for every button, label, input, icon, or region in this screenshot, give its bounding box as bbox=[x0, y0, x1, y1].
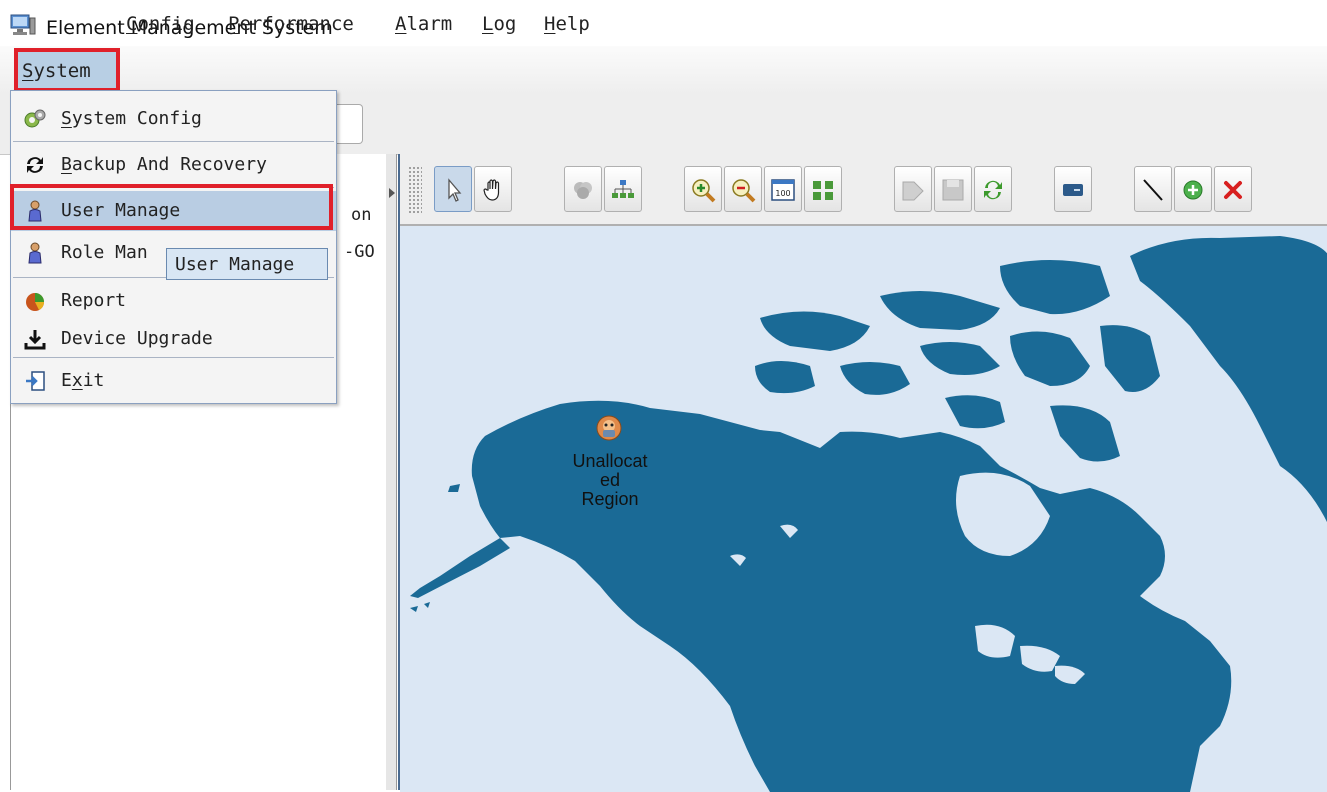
region-icon[interactable] bbox=[595, 414, 623, 442]
zoom-100-icon[interactable]: 100 bbox=[764, 166, 802, 212]
menu-help[interactable]: Help bbox=[544, 13, 590, 35]
zoom-out-icon[interactable] bbox=[724, 166, 762, 212]
menu-alarm-mnemonic: A bbox=[395, 13, 407, 35]
panel-splitter[interactable] bbox=[386, 154, 397, 790]
add-icon[interactable] bbox=[1174, 166, 1212, 212]
system-menu-dropdown: System Config Backup And Recovery User M… bbox=[10, 90, 337, 404]
menu-bar bbox=[0, 46, 1327, 94]
menu-log-label: og bbox=[493, 13, 517, 35]
device-icon[interactable] bbox=[1054, 166, 1092, 212]
exit-icon bbox=[26, 371, 45, 391]
exit-mnemonic: x bbox=[71, 370, 83, 391]
exit-label-rest: it bbox=[82, 370, 105, 391]
menu-system-label: ystem bbox=[33, 60, 91, 82]
device-upgrade-label: Device Upgrade bbox=[61, 328, 213, 349]
menu-help-mnemonic: H bbox=[544, 13, 556, 35]
cluster-icon[interactable] bbox=[564, 166, 602, 212]
tree-text-fragment-2: -GO bbox=[344, 242, 375, 262]
backup-label: ackup And Recovery bbox=[71, 154, 267, 175]
toolbar-button-partial[interactable] bbox=[336, 104, 363, 144]
menu-config[interactable]: Config bbox=[126, 13, 195, 35]
menu-performance[interactable]: Performance bbox=[228, 13, 354, 35]
tree-text-fragment: on bbox=[351, 205, 372, 225]
menu-separator bbox=[13, 357, 334, 358]
refresh-icon[interactable] bbox=[974, 166, 1012, 212]
topology-icon[interactable] bbox=[604, 166, 642, 212]
svg-text:100: 100 bbox=[775, 189, 790, 198]
menu-system[interactable]: System bbox=[14, 48, 120, 92]
menu-item-backup-recovery[interactable]: Backup And Recovery bbox=[11, 145, 336, 183]
tooltip: User Manage bbox=[166, 248, 328, 280]
menu-performance-label: erformance bbox=[239, 13, 354, 35]
menu-log-mnemonic: L bbox=[482, 13, 494, 35]
menu-item-system-config[interactable]: System Config bbox=[11, 99, 336, 137]
topology-panel: 100 Unallocat ed Region bbox=[398, 154, 1327, 792]
region-label-line-2: ed bbox=[599, 470, 621, 490]
north-america-map bbox=[410, 236, 1327, 792]
tag-icon[interactable] bbox=[894, 166, 932, 212]
report-label: Report bbox=[61, 290, 127, 311]
save-icon[interactable] bbox=[934, 166, 972, 212]
menu-item-device-upgrade[interactable]: Device Upgrade bbox=[11, 319, 336, 357]
gears-icon bbox=[24, 109, 46, 128]
user-icon bbox=[28, 242, 42, 264]
draw-line-icon[interactable] bbox=[1134, 166, 1172, 212]
computer-icon bbox=[10, 14, 36, 35]
refresh-icon bbox=[27, 157, 43, 173]
menu-config-label: onfig bbox=[137, 13, 195, 35]
fit-grid-icon[interactable] bbox=[804, 166, 842, 212]
toolbar-grip[interactable] bbox=[408, 166, 422, 214]
topology-toolbar: 100 bbox=[400, 154, 1327, 224]
menu-item-exit[interactable]: Exit bbox=[11, 361, 336, 399]
exit-label-prefix: E bbox=[61, 370, 72, 391]
report-icon bbox=[26, 293, 44, 311]
pan-hand-icon[interactable] bbox=[474, 166, 512, 212]
backup-mnemonic: B bbox=[61, 154, 72, 175]
splitter-arrow-icon[interactable] bbox=[389, 188, 395, 198]
world-map[interactable]: Unallocat ed Region bbox=[400, 224, 1327, 792]
highlight-annotation-box bbox=[10, 184, 333, 230]
region-label-line-3: Region bbox=[581, 489, 639, 509]
system-config-label: ystem Config bbox=[71, 108, 202, 129]
title-bar: Element Management System bbox=[0, 0, 1327, 46]
select-arrow-icon[interactable] bbox=[434, 166, 472, 212]
region-label-line-1: Unallocat bbox=[572, 451, 648, 471]
tooltip-text: User Manage bbox=[175, 254, 295, 275]
menu-system-mnemonic: S bbox=[22, 60, 34, 82]
menu-help-label: elp bbox=[555, 13, 590, 35]
menu-separator bbox=[13, 141, 334, 142]
zoom-in-icon[interactable] bbox=[684, 166, 722, 212]
menu-alarm-label: larm bbox=[406, 13, 453, 35]
menu-alarm[interactable]: Alarm bbox=[395, 13, 452, 35]
menu-config-mnemonic: C bbox=[126, 13, 138, 35]
menu-performance-mnemonic: P bbox=[228, 13, 240, 35]
menu-log[interactable]: Log bbox=[482, 13, 516, 35]
menu-item-report[interactable]: Report bbox=[11, 281, 336, 319]
role-manage-label: Role Man bbox=[61, 242, 148, 263]
download-icon bbox=[24, 330, 46, 350]
region-label[interactable]: Unallocat ed Region bbox=[555, 452, 665, 509]
delete-icon[interactable] bbox=[1214, 166, 1252, 212]
system-config-mnemonic: S bbox=[61, 108, 72, 129]
